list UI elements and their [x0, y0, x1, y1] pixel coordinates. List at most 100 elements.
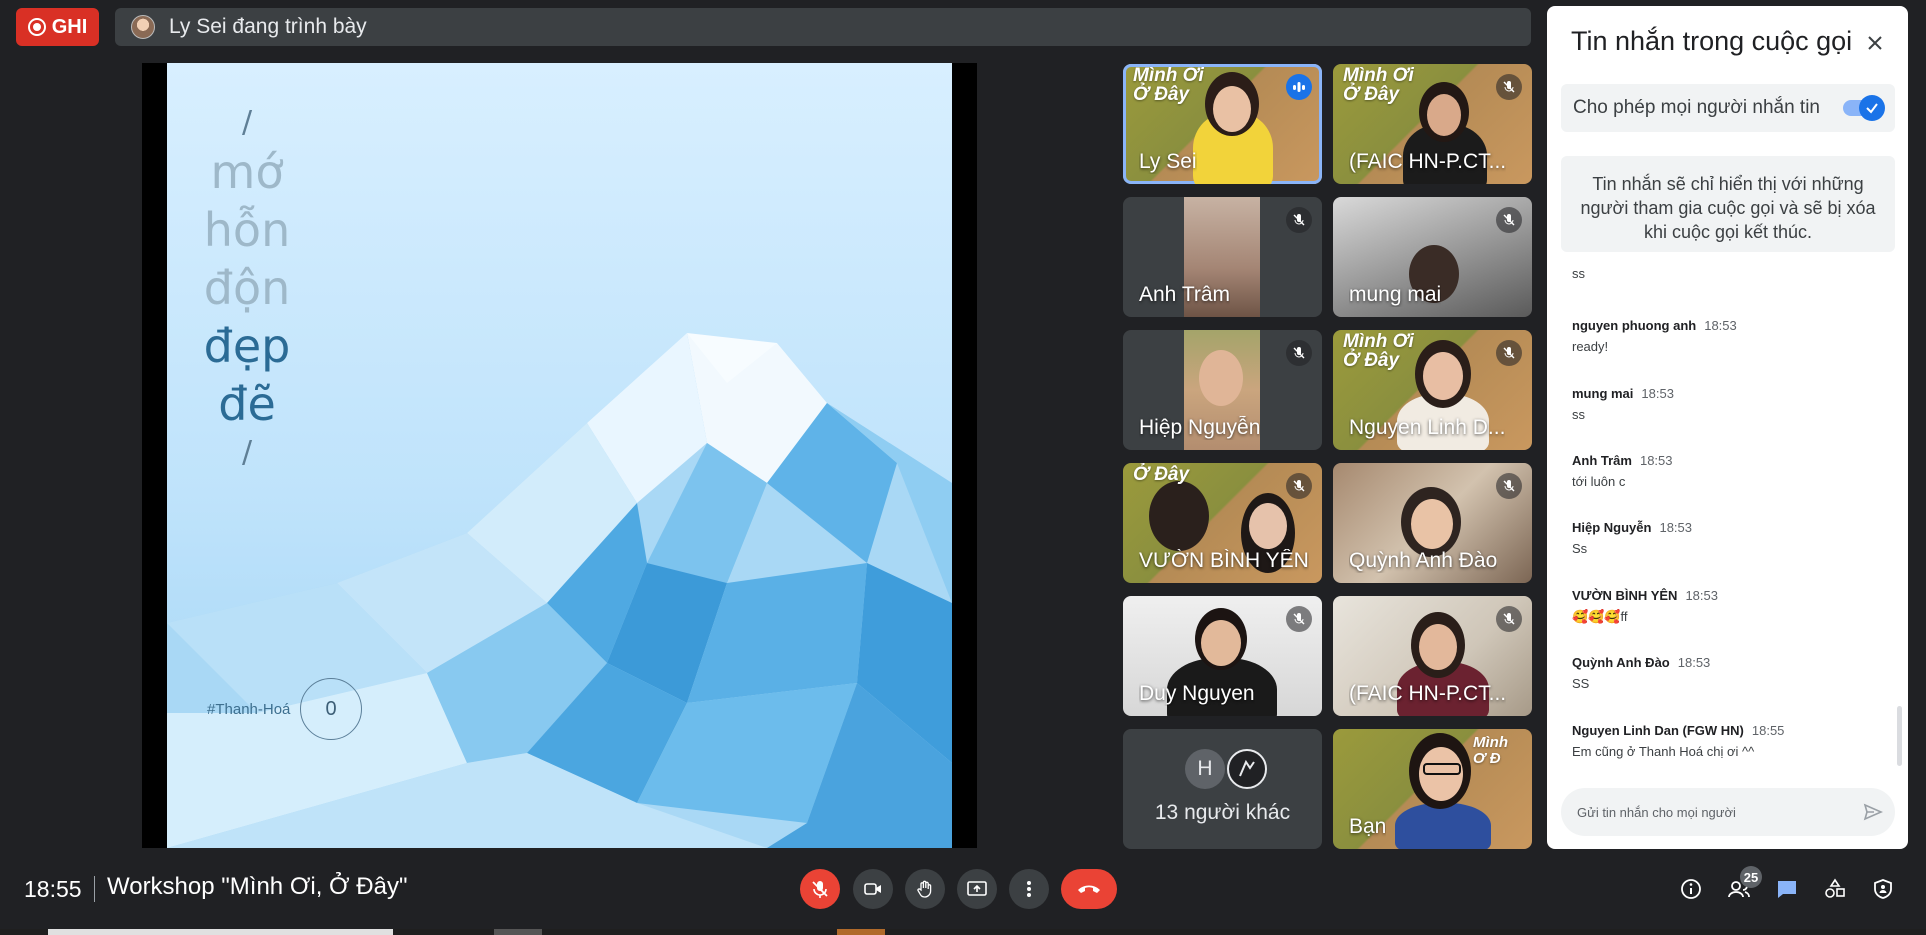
message-sender: VƯỜN BÌNH YÊN [1572, 588, 1678, 603]
more-vertical-icon [1027, 881, 1031, 897]
chat-scrollbar[interactable] [1897, 706, 1902, 766]
participant-tile[interactable]: Quỳnh Anh Đào [1333, 463, 1532, 583]
message-text: Ss [1572, 541, 1588, 556]
avatar [1227, 749, 1267, 789]
message-time: 18:53 [1685, 588, 1718, 603]
list-item: VƯỜN BÌNH YÊN 18:53 🥰🥰🥰ff [1572, 588, 1882, 625]
send-icon[interactable] [1863, 802, 1883, 822]
video-camera-icon [864, 883, 881, 895]
presenting-banner[interactable]: Ly Sei đang trình bày [115, 8, 1531, 46]
raise-hand-button[interactable] [905, 869, 945, 909]
slide-slash-top: / [241, 105, 253, 140]
slide-counter: 0 [300, 678, 362, 740]
participant-tile[interactable]: Mình Ơi Ở Đây Ly Sei [1123, 64, 1322, 184]
message-sender: Hiệp Nguyễn [1572, 520, 1652, 535]
speaking-indicator-icon [1286, 74, 1312, 100]
slide-hashtag: #Thanh-Hoá [207, 701, 291, 718]
list-item: Hiệp Nguyễn 18:53 Ss [1572, 520, 1882, 556]
close-chat-button[interactable] [1860, 28, 1890, 58]
check-icon [1859, 95, 1885, 121]
mic-off-icon [1286, 473, 1312, 499]
avatar-image-icon [1239, 759, 1255, 777]
self-tile[interactable]: Mình Ơ Đ Bạn [1333, 729, 1532, 849]
brand-overlay: Mình Ơi Ở Đây [1343, 331, 1414, 371]
message-sender: Nguyen Linh Dan (FGW HN) [1572, 723, 1744, 738]
others-tile[interactable]: H 13 người khác [1123, 729, 1322, 849]
mic-off-icon [1496, 207, 1522, 233]
leave-call-button[interactable] [1061, 869, 1117, 909]
participant-tile[interactable]: Ở Đây VƯỜN BÌNH YÊN [1123, 463, 1322, 583]
participant-tile[interactable]: Duy Nguyen [1123, 596, 1322, 716]
list-item: Nguyen Linh Dan (FGW HN) 18:55 Em cũng ở … [1572, 723, 1882, 759]
list-item: Anh Trâm 18:53 tới luôn c [1572, 453, 1882, 489]
chat-input[interactable]: Gửi tin nhắn cho mọi người [1577, 805, 1736, 820]
message-text: 🥰🥰🥰ff [1572, 609, 1628, 624]
mic-off-icon [1496, 340, 1522, 366]
mic-off-icon [1496, 473, 1522, 499]
camera-button[interactable] [853, 869, 893, 909]
recording-label: GHI [51, 15, 88, 38]
message-time: 18:53 [1639, 453, 1673, 468]
message-list[interactable]: ss nguyen phuong anh 18:53 ready! mung ma… [1547, 258, 1908, 768]
participant-name: (FAIC HN-P.CT... [1349, 150, 1507, 173]
message-time: 18:55 [1751, 723, 1785, 738]
presenting-text: Ly Sei đang trình bày [169, 15, 367, 38]
participant-name: VƯỜN BÌNH YÊN [1139, 549, 1309, 572]
others-count-label: 13 người khác [1154, 801, 1291, 824]
participant-name: Hiệp Nguyễn [1139, 416, 1261, 439]
meeting-details-button[interactable] [1674, 872, 1708, 906]
microphone-button[interactable] [800, 869, 840, 909]
present-screen-button[interactable] [957, 869, 997, 909]
more-options-button[interactable] [1009, 869, 1049, 909]
meeting-title: Workshop "Mình Ơi, Ở Đây" [107, 873, 408, 900]
recording-badge[interactable]: GHI [16, 8, 99, 46]
participant-tile[interactable]: Mình Ơi Ở Đây Nguyen Linh D... [1333, 330, 1532, 450]
host-controls-button[interactable] [1866, 872, 1900, 906]
present-screen-icon [967, 881, 987, 896]
message-time: 18:53 [1641, 386, 1674, 401]
mic-off-icon [812, 881, 828, 898]
allow-messages-toggle[interactable] [1843, 95, 1885, 121]
participant-tile[interactable]: mung mai [1333, 197, 1532, 317]
current-time: 18:55 [24, 876, 82, 902]
participant-tile[interactable]: Anh Trâm [1123, 197, 1322, 317]
message-text: ready! [1572, 339, 1609, 354]
message-sender: Quỳnh Anh Đào [1572, 655, 1670, 670]
slide-word: độn [203, 261, 291, 315]
message-text: ss [1572, 407, 1585, 422]
hang-up-icon [1078, 885, 1100, 893]
message-time: 18:53 [1677, 655, 1711, 670]
brand-overlay: Mình Ơ Đ [1473, 734, 1508, 767]
presentation-stage[interactable]: / mớ hỗn độn đẹp đẽ / #Thanh-Hoá 0 [142, 63, 977, 848]
message-text: Em cũng ở Thanh Hoá chị ơi ^^ [1572, 744, 1755, 759]
participant-tile[interactable]: Hiệp Nguyễn [1123, 330, 1322, 450]
shield-icon [1874, 879, 1892, 899]
self-name: Bạn [1349, 815, 1387, 838]
slide-word: mớ [210, 145, 284, 199]
activities-icon [1825, 878, 1845, 898]
participant-tile[interactable]: (FAIC HN-P.CT... [1333, 596, 1532, 716]
participant-name: Duy Nguyen [1139, 682, 1255, 705]
avatar: H [1185, 749, 1225, 789]
participant-tile[interactable]: Mình Ơi Ở Đây (FAIC HN-P.CT... [1333, 64, 1532, 184]
list-item: ss [1572, 266, 1882, 281]
participants-button[interactable]: 25 [1722, 866, 1762, 906]
info-icon [1681, 879, 1701, 899]
participant-name: mung mai [1349, 283, 1442, 306]
participant-name: Ly Sei [1139, 150, 1197, 173]
brand-overlay: Mình Ơi Ở Đây [1343, 65, 1414, 105]
mic-off-icon [1286, 207, 1312, 233]
chat-input-box[interactable]: Gửi tin nhắn cho mọi người [1561, 788, 1895, 836]
participant-name: Anh Trâm [1139, 283, 1231, 306]
list-item: mung mai 18:53 ss [1572, 386, 1882, 422]
mic-off-icon [1496, 74, 1522, 100]
mic-off-icon [1286, 340, 1312, 366]
chat-button[interactable] [1770, 872, 1804, 906]
slide-word: hỗn [203, 203, 291, 257]
brand-overlay: Mình Ơi Ở Đây [1133, 65, 1204, 105]
participant-name: Nguyen Linh D... [1349, 416, 1506, 439]
list-item: Quỳnh Anh Đào 18:53 SS [1572, 655, 1882, 691]
activities-button[interactable] [1818, 872, 1852, 906]
allow-messages-label: Cho phép mọi người nhắn tin [1573, 97, 1820, 118]
slide-text: / mớ hỗn độn đẹp đẽ / [197, 103, 297, 473]
